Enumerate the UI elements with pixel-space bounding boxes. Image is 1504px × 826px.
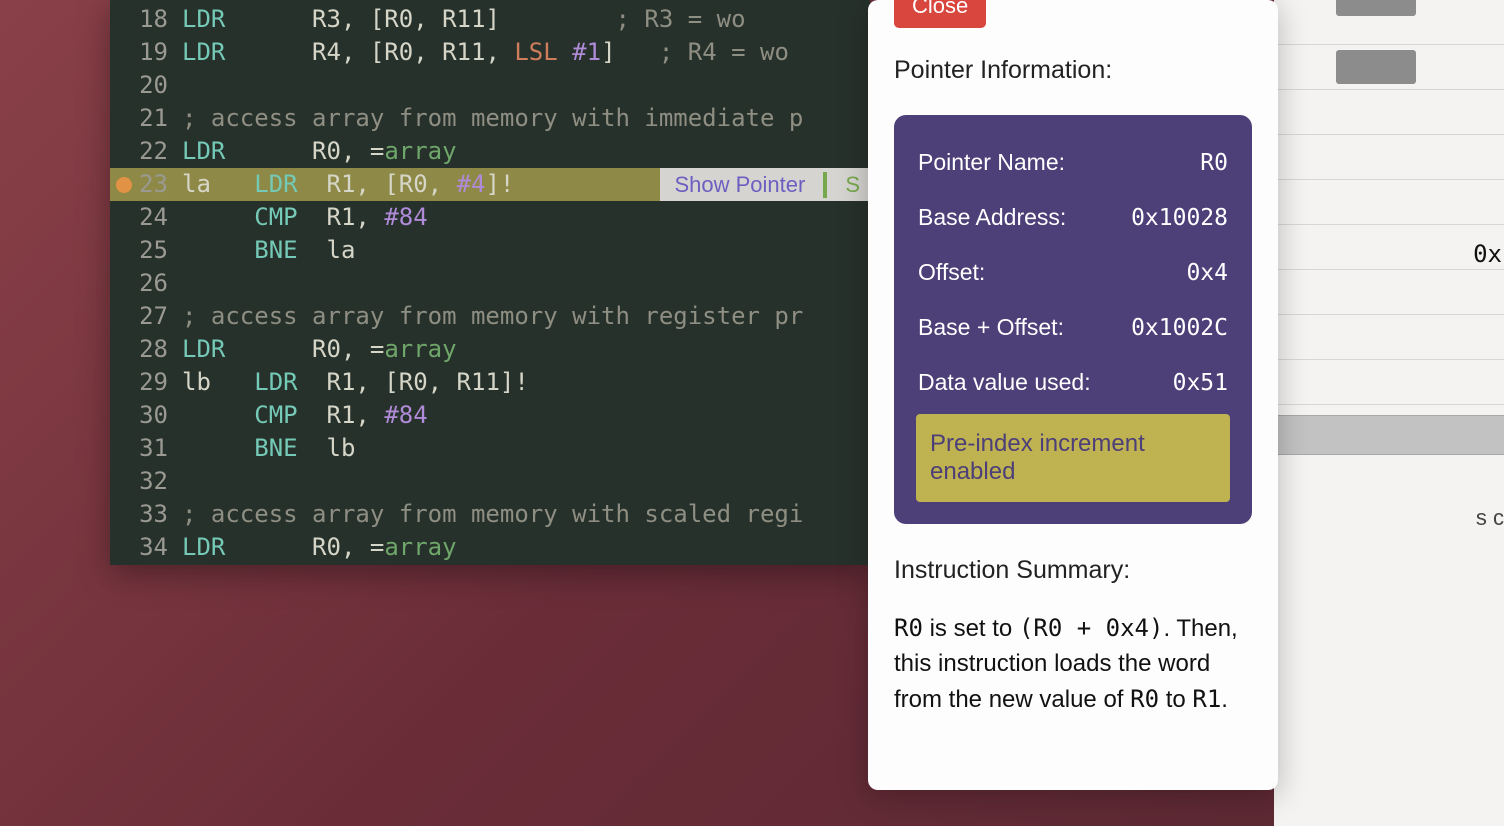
summary-reg: R0 [1130, 685, 1159, 713]
line-number: 19 [138, 36, 174, 69]
pointer-info-value: 0x1002C [1131, 315, 1228, 341]
preindex-banner: Pre-index increment enabled [916, 414, 1230, 502]
summary-reg: R0 [894, 614, 923, 642]
code-content[interactable]: LDR R0, =array [174, 135, 457, 168]
memory-cell [1274, 180, 1504, 225]
pointer-info-label: Offset: [918, 259, 985, 286]
pointer-info-row: Base + Offset: 0x1002C [916, 300, 1230, 355]
line-number: 23 [138, 168, 174, 201]
pointer-info-label: Pointer Name: [918, 149, 1065, 176]
memory-divider [1274, 415, 1504, 455]
line-number: 30 [138, 399, 174, 432]
line-number: 29 [138, 366, 174, 399]
code-line[interactable]: 18LDR R3, [R0, R11] ; R3 = wo [110, 3, 870, 36]
close-button[interactable]: Close [894, 0, 986, 28]
pointer-info-value: 0x51 [1173, 370, 1228, 396]
pointer-info-value: 0x10028 [1131, 205, 1228, 231]
line-number: 32 [138, 465, 174, 498]
peek-text-0x: 0x [1473, 240, 1502, 268]
memory-cell [1274, 135, 1504, 180]
pointer-info-title: Pointer Information: [894, 56, 1252, 85]
code-line[interactable]: 25 BNE la [110, 234, 870, 267]
code-content[interactable]: ; access array from memory with register… [174, 300, 803, 333]
line-number: 28 [138, 333, 174, 366]
divider-icon [823, 172, 827, 198]
code-content[interactable]: BNE lb [174, 432, 355, 465]
peek-text-sc: s c [1476, 505, 1504, 531]
code-content[interactable]: ; access array from memory with scaled r… [174, 498, 803, 531]
line-number: 21 [138, 102, 174, 135]
background-register-column: 0x s c [1274, 0, 1504, 826]
code-content[interactable]: LDR R4, [R0, R11, LSL #1] ; R4 = wo [174, 36, 789, 69]
code-line[interactable]: 34LDR R0, =array [110, 531, 870, 564]
pointer-info-value: 0x4 [1186, 260, 1228, 286]
summary-expr: (R0 + 0x4) [1019, 614, 1164, 642]
code-line[interactable]: 22LDR R0, =array [110, 135, 870, 168]
line-number: 33 [138, 498, 174, 531]
show-pointer-button[interactable]: Show Pointer S [660, 168, 870, 201]
memory-cell [1274, 315, 1504, 360]
line-number: 25 [138, 234, 174, 267]
code-content[interactable]: LDR R3, [R0, R11] ; R3 = wo [174, 3, 746, 36]
memory-cell [1274, 270, 1504, 315]
breakpoint-gutter[interactable] [110, 177, 138, 193]
pointer-info-label: Base Address: [918, 204, 1066, 231]
code-content[interactable]: CMP R1, #84 [174, 399, 428, 432]
code-line[interactable]: 33; access array from memory with scaled… [110, 498, 870, 531]
code-line[interactable]: 21; access array from memory with immedi… [110, 102, 870, 135]
line-number: 18 [138, 3, 174, 36]
code-line[interactable]: 31 BNE lb [110, 432, 870, 465]
show-pointer-label: Show Pointer [674, 168, 805, 201]
code-line[interactable]: 32 [110, 465, 870, 498]
code-content[interactable]: LDR R0, =array [174, 531, 457, 564]
code-line[interactable]: 28LDR R0, =array [110, 333, 870, 366]
line-number: 27 [138, 300, 174, 333]
line-number: 24 [138, 201, 174, 234]
line-number: 34 [138, 531, 174, 564]
register-pill [1336, 50, 1416, 84]
code-content[interactable]: BNE la [174, 234, 355, 267]
code-content[interactable]: LDR R0, =array [174, 333, 457, 366]
code-line[interactable]: 24 CMP R1, #84 [110, 201, 870, 234]
code-line[interactable]: 29lb LDR R1, [R0, R11]! [110, 366, 870, 399]
pointer-info-panel: Pointer Name: R0 Base Address: 0x10028 Offse… [894, 115, 1252, 524]
code-line[interactable]: 23la LDR R1, [R0, #4]! Show Pointer S [110, 168, 870, 201]
memory-cell [1274, 225, 1504, 270]
code-content[interactable]: CMP R1, #84 [174, 201, 428, 234]
code-content[interactable]: lb LDR R1, [R0, R11]! [174, 366, 529, 399]
pointer-info-card: Close Pointer Information: Pointer Name:… [868, 0, 1278, 790]
show-pointer-s: S [845, 168, 860, 201]
code-line[interactable]: 27; access array from memory with regist… [110, 300, 870, 333]
pointer-info-row: Offset: 0x4 [916, 245, 1230, 300]
code-line[interactable]: 19LDR R4, [R0, R11, LSL #1] ; R4 = wo [110, 36, 870, 69]
code-editor[interactable]: 17LDR R1, [R0] ; R2 = w18LDR R3, [R0, R1… [110, 0, 870, 565]
memory-cell [1274, 360, 1504, 405]
code-content[interactable]: la LDR R1, [R0, #4]! [174, 168, 514, 201]
line-number: 20 [138, 69, 174, 102]
instruction-summary-body: R0 is set to (R0 + 0x4). Then, this inst… [894, 611, 1252, 717]
pointer-info-value: R0 [1200, 150, 1228, 176]
summary-reg: R1 [1192, 685, 1221, 713]
code-line[interactable]: 30 CMP R1, #84 [110, 399, 870, 432]
pointer-info-row: Pointer Name: R0 [916, 135, 1230, 190]
pointer-info-row: Data value used: 0x51 [916, 355, 1230, 410]
memory-cell [1274, 90, 1504, 135]
pointer-info-row: Base Address: 0x10028 [916, 190, 1230, 245]
code-line[interactable]: 20 [110, 69, 870, 102]
code-line[interactable]: 26 [110, 267, 870, 300]
pointer-info-label: Data value used: [918, 369, 1091, 396]
line-number: 31 [138, 432, 174, 465]
instruction-summary-title: Instruction Summary: [894, 556, 1252, 585]
breakpoint-icon[interactable] [116, 177, 132, 193]
line-number: 22 [138, 135, 174, 168]
code-content[interactable]: ; access array from memory with immediat… [174, 102, 803, 135]
line-number: 26 [138, 267, 174, 300]
pointer-info-label: Base + Offset: [918, 314, 1064, 341]
register-pill [1336, 0, 1416, 16]
